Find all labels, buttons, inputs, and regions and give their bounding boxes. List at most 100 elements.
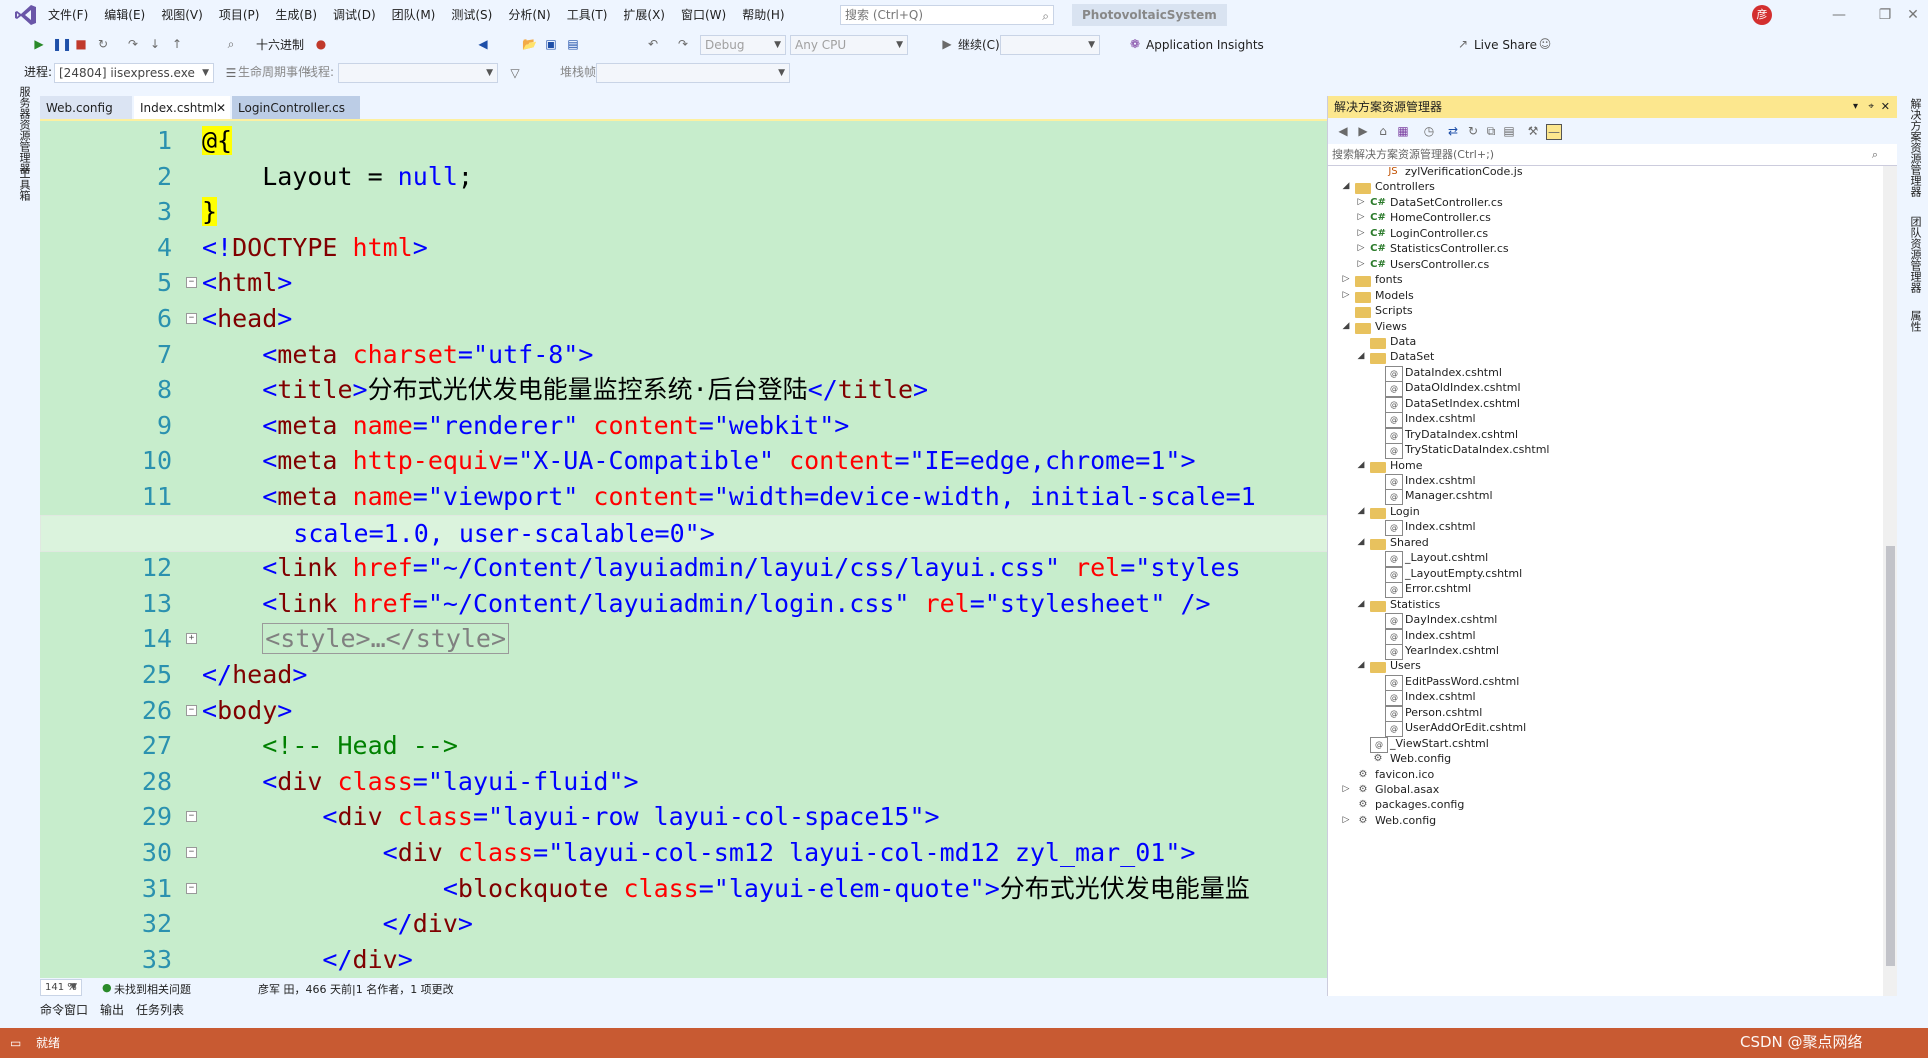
codelens-info[interactable]: 彦军 田，466 天前|1 名作者，1 项更改 — [258, 981, 454, 997]
tree-item[interactable]: Data — [1328, 334, 1883, 349]
menu-item[interactable]: 测试(S) — [443, 0, 500, 30]
save-icon[interactable]: ▣ — [544, 37, 558, 51]
code-line[interactable]: 25 </head> — [40, 657, 1327, 692]
solution-explorer-side-tab[interactable]: 解决方案资源管理器 — [1907, 98, 1923, 197]
stop-icon[interactable]: ■ — [74, 37, 88, 51]
code-line[interactable]: 32 </div> — [40, 906, 1327, 941]
tree-item[interactable]: ◢ Statistics — [1328, 597, 1883, 612]
process-dropdown[interactable]: [24804] iisexpress.exe ▼ — [54, 63, 214, 83]
continue-arrow-icon[interactable]: ▶ — [940, 37, 954, 51]
code-line[interactable]: 7 <meta charset="utf-8"> — [40, 337, 1327, 372]
debug-target-dropdown[interactable]: ▼ — [1000, 35, 1100, 55]
tree-item[interactable]: ▷ fonts — [1328, 272, 1883, 288]
tree-item[interactable]: ⚙ Web.config — [1328, 751, 1883, 766]
tree-item[interactable]: @ EditPassWord.cshtml — [1328, 674, 1883, 691]
tree-item[interactable]: @ TryDataIndex.cshtml — [1328, 427, 1883, 444]
code-line[interactable]: 9 <meta name="renderer" content="webkit"… — [40, 408, 1327, 443]
tree-item[interactable]: @ Person.cshtml — [1328, 705, 1883, 722]
tree-item[interactable]: ▷ ⚙ Web.config — [1328, 813, 1883, 828]
code-line[interactable]: 4 <!DOCTYPE html> — [40, 230, 1327, 265]
menu-item[interactable]: 文件(F) — [40, 0, 96, 30]
pending-changes-icon[interactable]: ◷ — [1422, 124, 1436, 138]
tree-item[interactable]: ⚙ packages.config — [1328, 797, 1883, 812]
save-all-icon[interactable]: ▤ — [566, 37, 580, 51]
tree-item[interactable]: @ Index.cshtml — [1328, 689, 1883, 707]
undo-icon[interactable]: ↶ — [646, 37, 660, 51]
tree-item[interactable]: @ _LayoutEmpty.cshtml — [1328, 566, 1883, 583]
pause-icon[interactable]: ❚❚ — [52, 37, 72, 51]
tree-item[interactable]: @ Manager.cshtml — [1328, 488, 1883, 506]
collapsed-arrow-icon[interactable]: ▷ — [1356, 241, 1366, 256]
scrollbar-thumb[interactable] — [1886, 546, 1895, 966]
show-all-files-icon[interactable]: ▤ — [1502, 124, 1516, 138]
code-line[interactable]: 33 </div> — [40, 942, 1327, 977]
find-icon[interactable]: ⌕ — [224, 37, 238, 51]
tree-item[interactable]: ▷ C# DataSetController.cs — [1328, 195, 1883, 210]
expand-icon[interactable]: + — [186, 633, 197, 645]
close-panel-icon[interactable]: ✕ — [1881, 96, 1890, 118]
code-line[interactable]: 3} — [40, 194, 1327, 229]
app-insights-button[interactable]: Application Insights — [1146, 35, 1264, 55]
menu-item[interactable]: 分析(N) — [500, 0, 558, 30]
collapsed-arrow-icon[interactable]: ▷ — [1356, 257, 1366, 272]
tree-item[interactable]: ◢ DataSet — [1328, 349, 1883, 365]
menu-item[interactable]: 工具(T) — [559, 0, 616, 30]
expanded-arrow-icon[interactable]: ◢ — [1356, 597, 1366, 612]
code-line[interactable]: scale=1.0, user-scalable=0"> — [40, 514, 1327, 552]
tab-login-controller[interactable]: LoginController.cs — [232, 96, 360, 120]
team-explorer-side-tab[interactable]: 团队资源管理器 — [1907, 216, 1923, 293]
step-over-icon[interactable]: ↷ — [126, 37, 140, 51]
server-explorer-tab[interactable]: 服务器资源管理器 — [16, 86, 32, 174]
expanded-arrow-icon[interactable]: ◢ — [1356, 658, 1366, 673]
tab-command-window[interactable]: 命令窗口 — [40, 1001, 88, 1018]
code-line[interactable]: 6 − <head> — [40, 301, 1327, 336]
tree-scrollbar[interactable] — [1883, 166, 1898, 996]
tab-web-config[interactable]: Web.config — [40, 96, 132, 120]
tree-item[interactable]: ◢ Home — [1328, 458, 1883, 473]
step-into-icon[interactable]: ↓ — [148, 37, 162, 51]
tab-output[interactable]: 输出 — [100, 1001, 124, 1018]
code-line[interactable]: 14 + <style>…</style> — [40, 621, 1327, 656]
code-line[interactable]: 8 <title>分布式光伏发电能量监控系统·后台登陆</title> — [40, 372, 1327, 407]
menu-item[interactable]: 扩展(X) — [615, 0, 673, 30]
tree-item[interactable]: @ Index.cshtml — [1328, 519, 1883, 537]
refresh-icon[interactable]: ↻ — [1466, 124, 1480, 138]
menu-item[interactable]: 生成(B) — [267, 0, 325, 30]
tree-item[interactable]: ◢ Shared — [1328, 535, 1883, 550]
redo-icon[interactable]: ↷ — [676, 37, 690, 51]
preview-toggle-icon[interactable]: — — [1546, 124, 1562, 140]
tree-item[interactable]: ◢ Users — [1328, 658, 1883, 674]
search-input[interactable]: 搜索 (Ctrl+Q) ⌕ — [840, 5, 1054, 25]
tree-item[interactable]: ▷ C# HomeController.cs — [1328, 210, 1883, 225]
stackframe-dropdown[interactable]: ▼ — [596, 63, 790, 83]
tree-item[interactable]: ⚙ favicon.ico — [1328, 767, 1883, 782]
collapse-icon[interactable]: − — [186, 277, 197, 289]
filter-icon[interactable]: ▽ — [508, 66, 522, 80]
close-tab-icon[interactable]: ✕ — [216, 96, 226, 120]
tree-item[interactable]: ◢ Login — [1328, 504, 1883, 519]
switch-views-icon[interactable]: ▦ — [1396, 124, 1410, 138]
zoom-dropdown[interactable]: 141 % ▼ — [40, 979, 82, 996]
open-file-icon[interactable]: 📂 — [522, 37, 537, 51]
collapse-icon[interactable]: − — [186, 313, 197, 324]
tree-item[interactable]: @ YearIndex.cshtml — [1328, 643, 1883, 660]
restart-icon[interactable]: ↻ — [96, 37, 110, 51]
collapse-icon[interactable]: − — [186, 882, 197, 894]
lifecycle-events-button[interactable]: 生命周期事件 — [238, 62, 310, 82]
tree-item[interactable]: @ DataOldIndex.cshtml — [1328, 380, 1883, 398]
live-share-button[interactable]: Live Share — [1474, 35, 1537, 55]
collapsed-arrow-icon[interactable]: ▷ — [1356, 195, 1366, 210]
breakpoint-icon[interactable]: ● — [314, 37, 328, 51]
tree-item[interactable]: ▷ Models — [1328, 288, 1883, 303]
tree-item[interactable]: @ DayIndex.cshtml — [1328, 612, 1883, 630]
tree-item[interactable]: @ _ViewStart.cshtml — [1328, 736, 1883, 753]
code-line[interactable]: 1 @{ — [40, 123, 1327, 158]
tree-item[interactable]: @ DataIndex.cshtml — [1328, 365, 1883, 382]
expanded-arrow-icon[interactable]: ◢ — [1341, 179, 1351, 194]
collapse-icon[interactable]: − — [186, 704, 197, 716]
config-dropdown[interactable]: Debug ▼ — [700, 35, 786, 55]
tree-item[interactable]: ▷ C# LoginController.cs — [1328, 226, 1883, 241]
close-window-icon[interactable]: ✕ — [1898, 0, 1928, 30]
properties-side-tab[interactable]: 属性 — [1907, 310, 1923, 332]
code-line[interactable]: 31 − <blockquote class="layui-elem-quote"… — [40, 871, 1327, 906]
